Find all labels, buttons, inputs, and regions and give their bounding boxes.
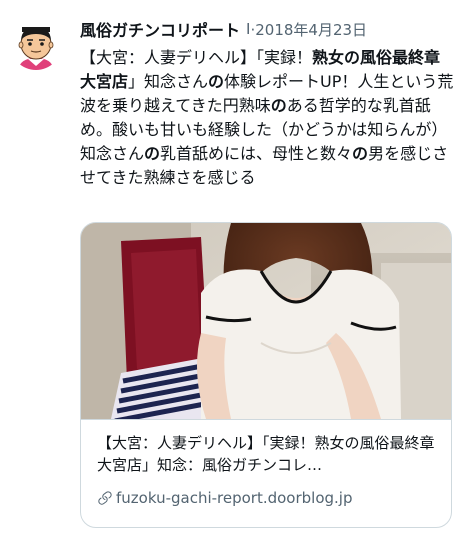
tweet-text-highlight: の — [352, 144, 369, 163]
link-card[interactable]: 【大宮：人妻デリヘル】「実録！熟女の風俗最終章 大宮店」知念：風俗ガチンコレ… … — [80, 222, 452, 528]
tweet-text-segment: 乳首舐めには、母性と数々 — [160, 144, 353, 163]
card-domain-text[interactable]: fuzoku-gachi-report.doorblog.jp — [116, 489, 353, 507]
card-divider — [81, 419, 451, 420]
tweet-date[interactable]: ·2018年4月23日 — [250, 19, 367, 40]
tweet[interactable]: 風俗ガチンコリポート I ·2018年4月23日 【大宮：人妻デリヘル】「実録！… — [0, 0, 467, 540]
tweet-text-highlight: の — [270, 96, 287, 115]
tweet-text-segment: 【大宮：人妻デリヘル】「実録！ — [80, 48, 313, 67]
tweet-text-highlight: の — [144, 144, 161, 163]
tweet-date-text[interactable]: 2018年4月23日 — [255, 21, 367, 39]
cartoon-avatar-icon — [10, 18, 62, 70]
tweet-header: 風俗ガチンコリポート I ·2018年4月23日 — [80, 17, 459, 41]
card-domain[interactable]: fuzoku-gachi-report.doorblog.jp — [97, 488, 353, 508]
card-title[interactable]: 【大宮：人妻デリヘル】「実録！熟女の風俗最終章 大宮店」知念：風俗ガチンコレ… — [97, 432, 443, 476]
author-display-name[interactable]: 風俗ガチンコリポート — [80, 17, 240, 41]
avatar[interactable] — [10, 18, 62, 70]
link-icon — [98, 491, 112, 505]
tweet-text-segment: 」知念さん — [128, 72, 209, 91]
tweet-text-highlight: の — [208, 72, 225, 91]
card-photo — [81, 223, 451, 419]
tweet-text: 【大宮：人妻デリヘル】「実録！熟女の風俗最終章 大宮店」知念さんの体験レポートU… — [80, 46, 460, 190]
card-image[interactable] — [81, 223, 451, 419]
